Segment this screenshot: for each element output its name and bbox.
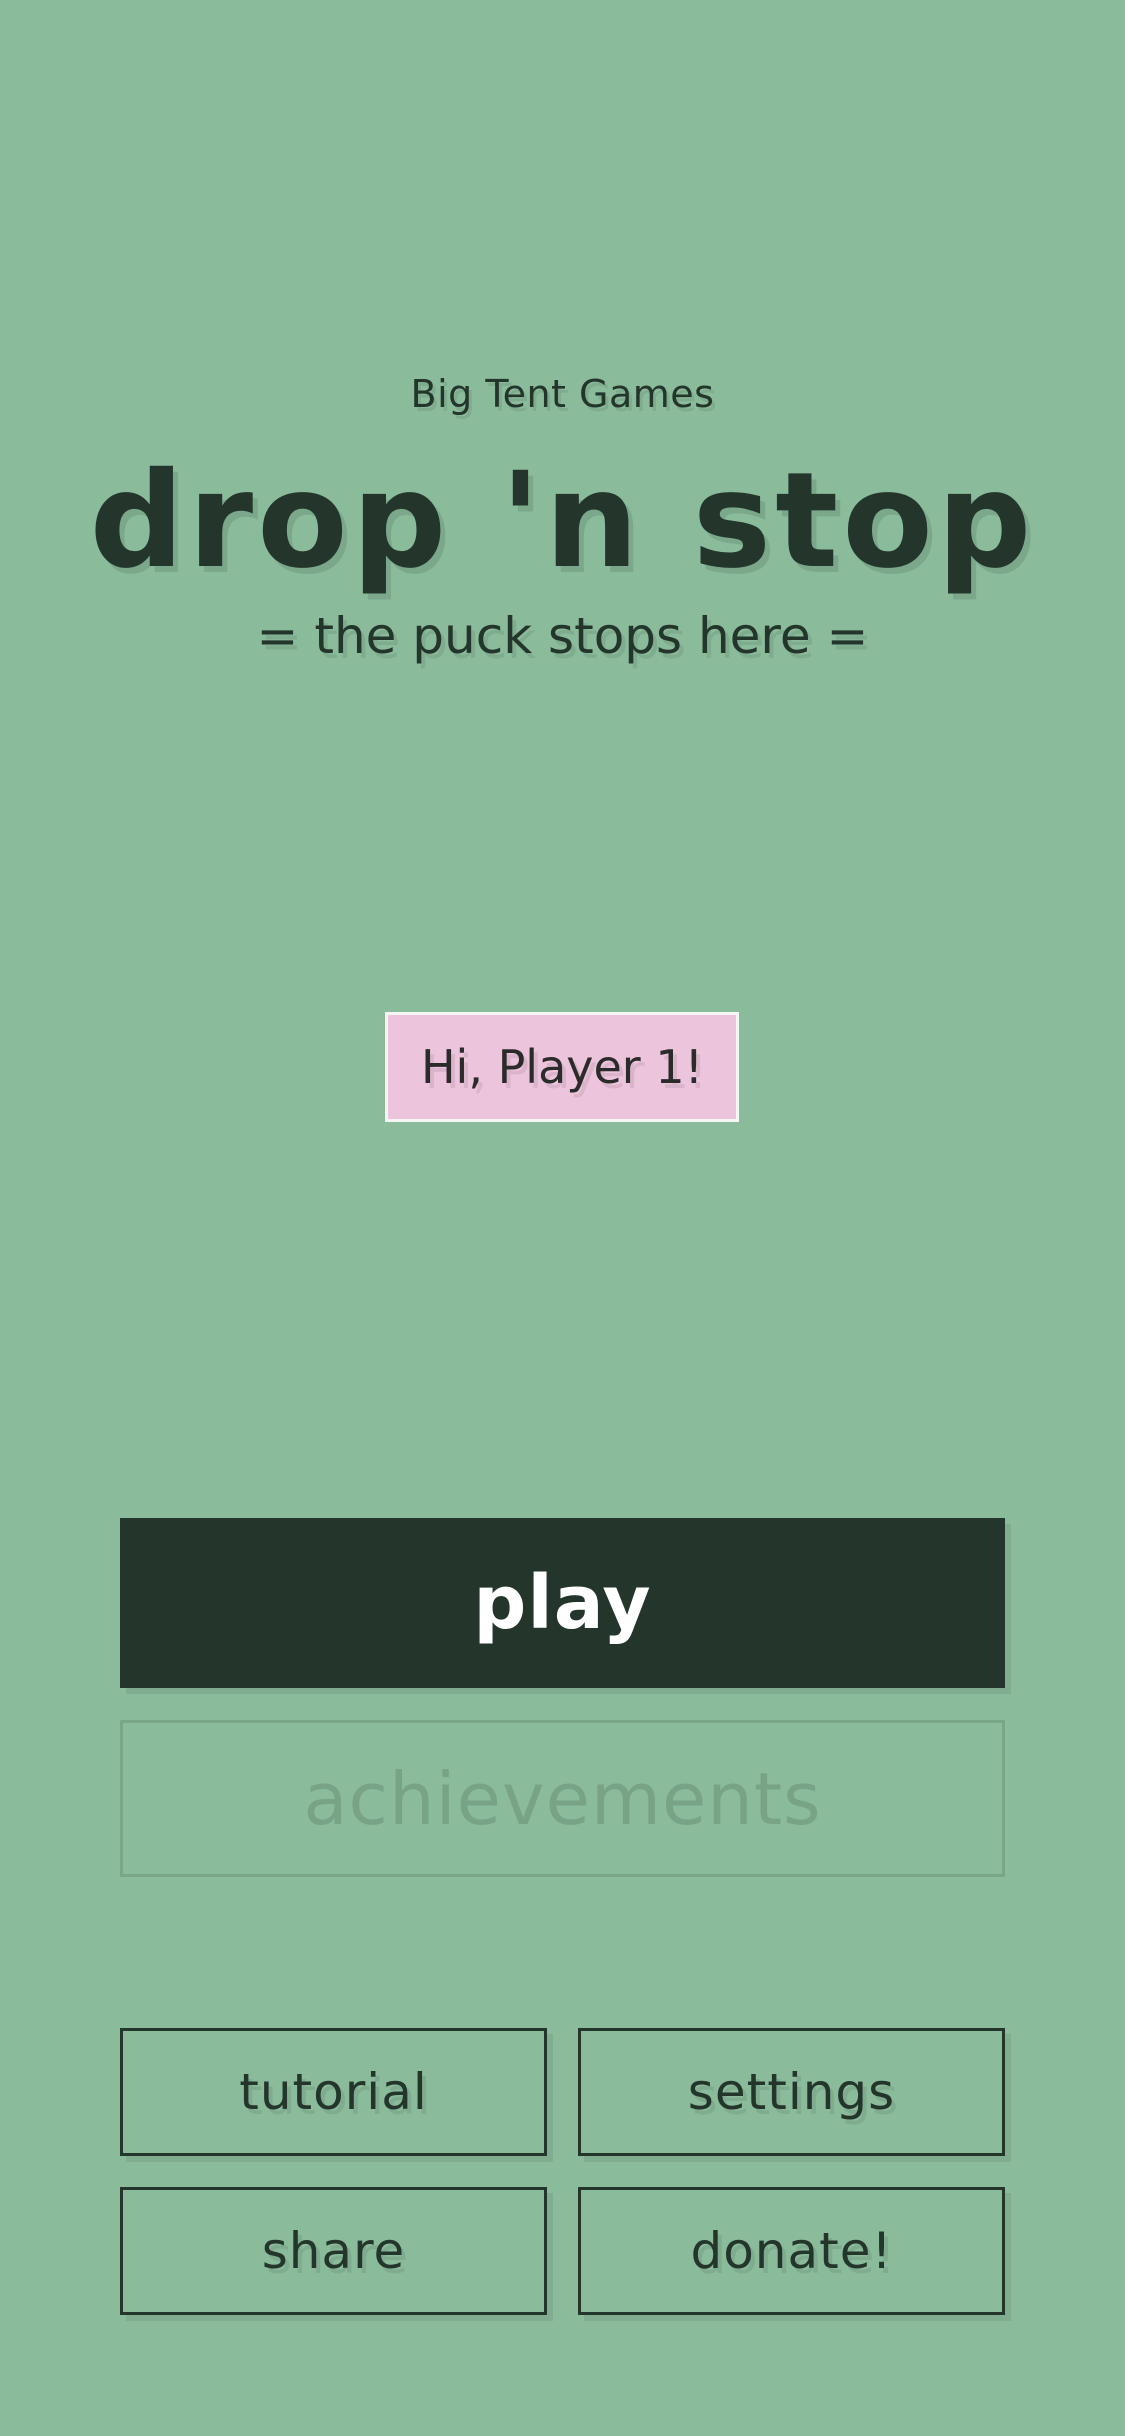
share-button-label: share (261, 2222, 406, 2280)
achievements-button[interactable]: achievements (120, 1720, 1005, 1877)
player-greeting-text: Hi, Player 1! (420, 1040, 704, 1094)
settings-button[interactable]: settings (578, 2028, 1005, 2156)
play-button-label: play (473, 1560, 652, 1646)
share-button[interactable]: share (120, 2187, 547, 2315)
studio-name: Big Tent Games (410, 372, 715, 416)
donate-button[interactable]: donate! (578, 2187, 1005, 2315)
main-menu-screen: { "header": { "studio": "Big Tent Games"… (0, 0, 1125, 2436)
settings-button-label: settings (687, 2063, 896, 2121)
play-button[interactable]: play (120, 1518, 1005, 1688)
game-title: drop 'n stop (89, 444, 1036, 598)
game-tagline: = the puck stops here = (256, 607, 869, 665)
donate-button-label: donate! (690, 2222, 893, 2280)
achievements-button-label: achievements (303, 1756, 822, 1841)
tutorial-button-label: tutorial (239, 2063, 428, 2121)
player-greeting-badge[interactable]: Hi, Player 1! (385, 1012, 739, 1122)
tutorial-button[interactable]: tutorial (120, 2028, 547, 2156)
